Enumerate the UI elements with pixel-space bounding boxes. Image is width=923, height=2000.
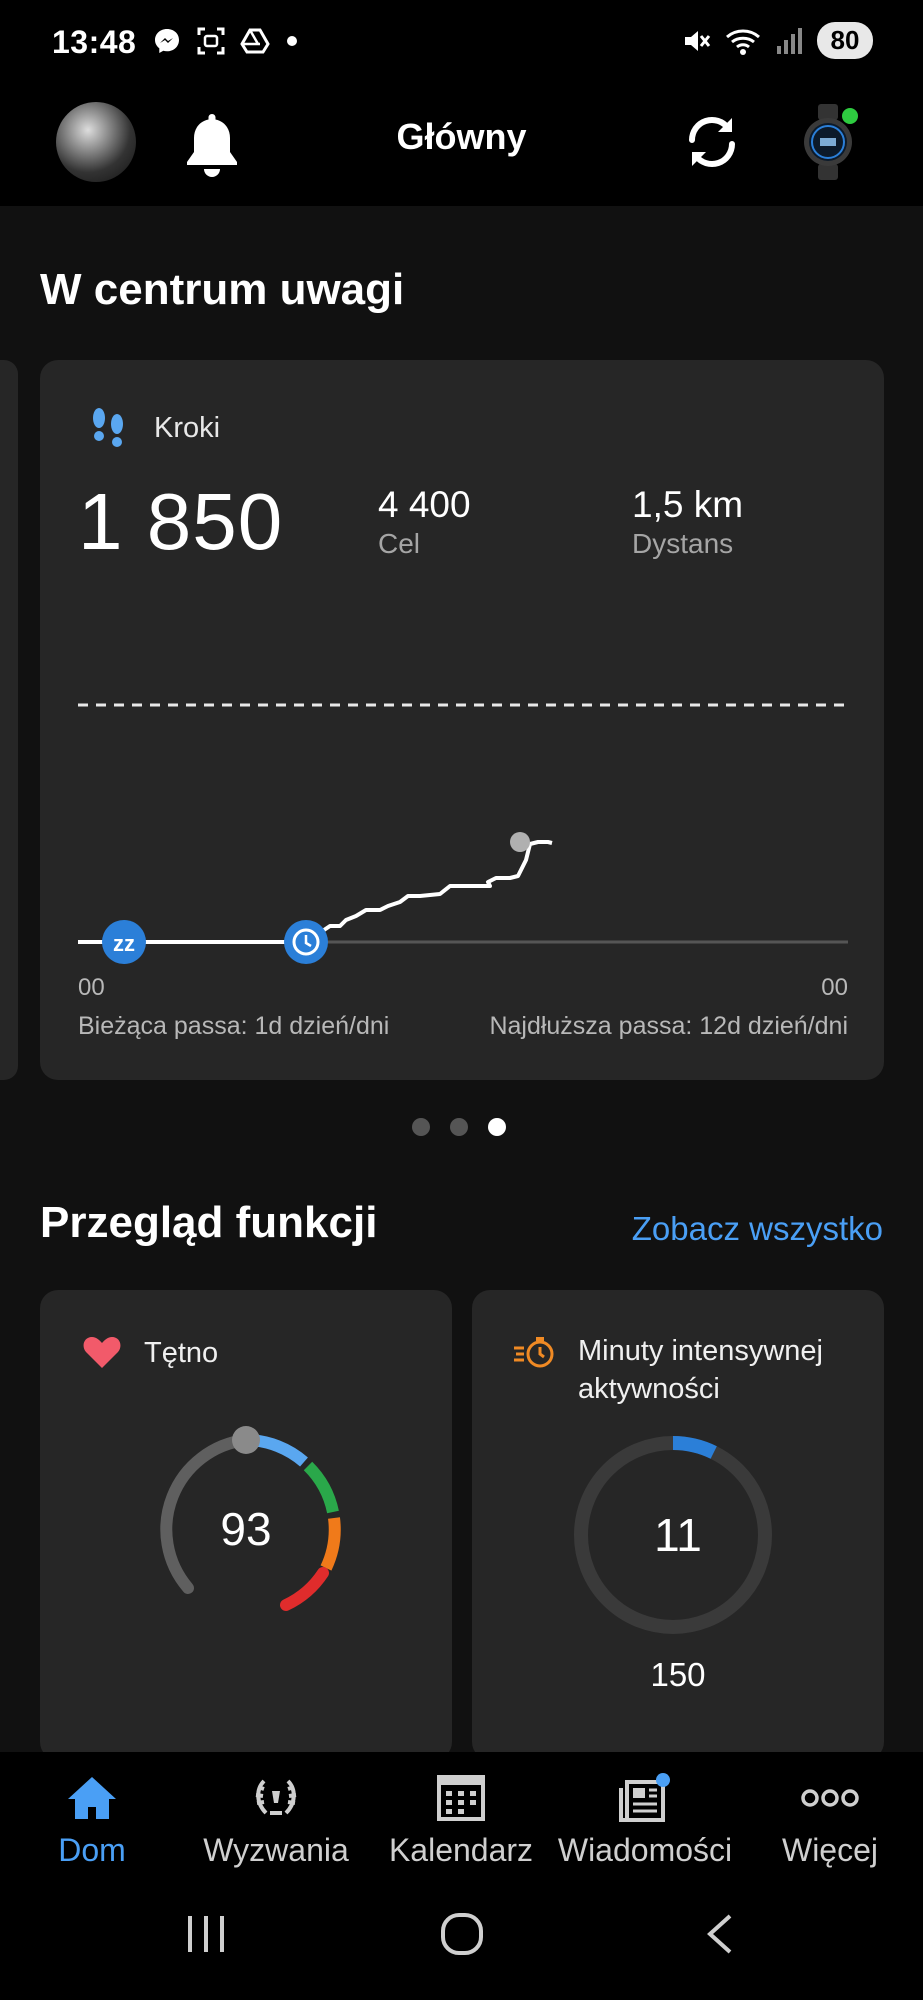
axis-start-label: 00: [78, 974, 105, 1001]
intensity-goal: 150: [650, 1656, 706, 1693]
steps-progress-chart: zz: [78, 703, 848, 964]
intensity-label-line1: Minuty intensywnej: [578, 1335, 823, 1367]
previous-card-peek[interactable]: [0, 360, 18, 1080]
carousel-pager[interactable]: [412, 1118, 506, 1136]
battery-indicator: 80: [817, 22, 873, 59]
heart-rate-value: 93: [220, 1503, 272, 1555]
features-section-title: Przegląd funkcji: [40, 1198, 378, 1247]
drive-icon: [240, 28, 270, 54]
steps-card[interactable]: Kroki 1 850 4 400 Cel 1,5 km Dystans zz …: [40, 360, 884, 1080]
heart-icon: [83, 1337, 121, 1368]
more-icon: [801, 1789, 859, 1807]
dot-icon: [287, 36, 297, 46]
nav-item-calendar[interactable]: Kalendarz: [369, 1770, 553, 1869]
pager-dot[interactable]: [450, 1118, 468, 1136]
bottom-navigation: Dom Wyzwania Kalendarz Wiadomości Więcej: [0, 1752, 923, 1876]
watch-device-icon[interactable]: [796, 102, 860, 182]
home-icon: [68, 1777, 116, 1819]
laurel-icon: [255, 1779, 297, 1815]
nav-label-home: Dom: [58, 1832, 126, 1868]
nav-item-news[interactable]: Wiadomości: [553, 1770, 737, 1869]
notification-badge: [656, 1773, 670, 1787]
nav-item-more[interactable]: Więcej: [738, 1770, 922, 1869]
intensity-label-line2: aktywności: [578, 1373, 720, 1405]
back-icon[interactable]: [700, 1912, 740, 1956]
sleep-marker-text: zz: [113, 931, 135, 956]
system-navigation-bar: [0, 1876, 923, 2000]
intensity-minutes-card[interactable]: Minuty intensywnej aktywności 11 150: [472, 1290, 884, 1760]
heart-rate-card[interactable]: Tętno 93: [40, 1290, 452, 1760]
wifi-icon: [726, 29, 760, 55]
page-title: Główny: [396, 116, 527, 157]
status-bar: 13:48 80: [0, 0, 923, 88]
notification-icons: [152, 26, 300, 56]
home-system-icon[interactable]: [438, 1912, 486, 1956]
sync-icon[interactable]: [680, 110, 744, 174]
spotlight-section-title: W centrum uwagi: [40, 265, 405, 314]
intensity-value: 11: [654, 1509, 702, 1561]
calendar-icon: [437, 1775, 485, 1821]
garmin-home-screen: 13:48 80 Główny W centrum uwagi Kroki 1 …: [0, 0, 923, 2000]
current-streak: Bieżąca passa: 1d dzień/dni: [78, 1012, 390, 1040]
nav-item-challenges[interactable]: Wyzwania: [184, 1770, 368, 1869]
pager-dot-active[interactable]: [488, 1118, 506, 1136]
intensity-label: Minuty intensywnej aktywności: [578, 1332, 823, 1408]
messenger-icon: [155, 29, 179, 53]
see-all-link[interactable]: Zobacz wszystko: [632, 1210, 883, 1248]
nav-label-challenges: Wyzwania: [203, 1832, 349, 1868]
mute-icon: [685, 30, 711, 51]
nav-item-home[interactable]: Dom: [0, 1770, 184, 1869]
system-status: 80: [681, 22, 873, 59]
pager-dot[interactable]: [412, 1118, 430, 1136]
news-icon: [619, 1773, 670, 1822]
status-time: 13:48: [52, 24, 137, 60]
nav-label-more: Więcej: [781, 1832, 878, 1868]
nav-label-calendar: Kalendarz: [388, 1832, 534, 1868]
heart-rate-label: Tętno: [144, 1337, 219, 1369]
app-header: Główny: [0, 88, 923, 206]
signal-icon: [777, 27, 802, 54]
axis-end-label: 00: [821, 974, 848, 1001]
longest-streak: Najdłuższa passa: 12d dzień/dni: [489, 1012, 848, 1040]
screenshot-icon: [197, 27, 225, 55]
recent-apps-icon[interactable]: [182, 1912, 230, 1956]
stopwatch-icon: [514, 1337, 554, 1368]
current-point: [510, 832, 530, 852]
nav-label-news: Wiadomości: [557, 1832, 733, 1868]
